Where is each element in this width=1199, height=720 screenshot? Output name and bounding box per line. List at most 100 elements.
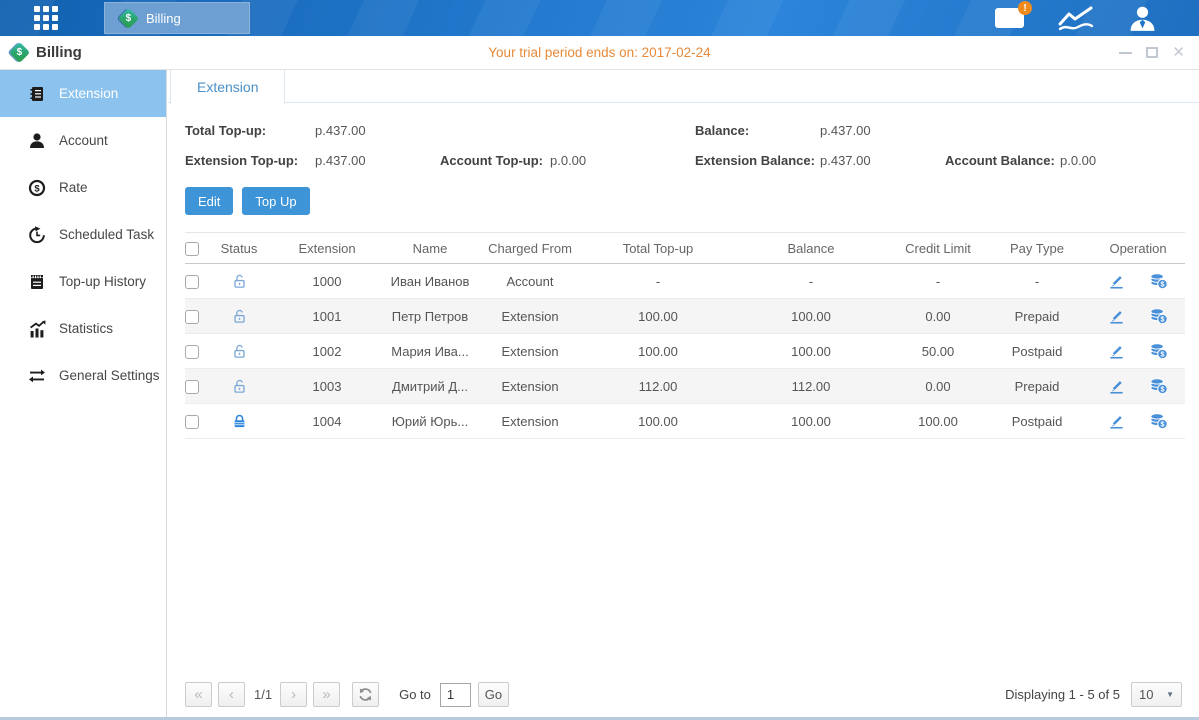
- dollar-circle-icon: $: [28, 179, 46, 197]
- resource-monitor-icon[interactable]: [1058, 5, 1094, 32]
- window-title: Billing: [36, 44, 82, 61]
- goto-label: Go to: [399, 687, 431, 702]
- close-icon[interactable]: ✕: [1172, 45, 1185, 60]
- table-row[interactable]: 1003 Дмитрий Д... Extension 112.00 112.0…: [185, 369, 1185, 404]
- page-size-select[interactable]: 10 ▼: [1131, 682, 1182, 707]
- account-topup-label: Account Top-up:: [440, 153, 550, 168]
- sidebar-item-general-settings[interactable]: General Settings: [0, 352, 166, 399]
- goto-page-input[interactable]: [440, 683, 471, 707]
- sidebar-item-label: Rate: [59, 180, 88, 195]
- row-checkbox[interactable]: [185, 415, 199, 429]
- page-indicator: 1/1: [254, 687, 272, 702]
- account-topup-value: p.0.00: [550, 153, 695, 168]
- sidebar-item-scheduled-task[interactable]: Scheduled Task: [0, 211, 166, 258]
- total-topup-value: p.437.00: [315, 123, 440, 138]
- top-up-coins-icon[interactable]: $: [1149, 307, 1168, 325]
- extension-book-icon: [28, 85, 46, 103]
- lock-closed-icon[interactable]: [232, 414, 247, 429]
- sliders-transfer-icon: [28, 367, 46, 385]
- go-button[interactable]: Go: [478, 682, 509, 707]
- sidebar-item-label: Account: [59, 133, 108, 148]
- top-up-coins-icon[interactable]: $: [1149, 412, 1168, 430]
- user-account-icon[interactable]: [1128, 5, 1157, 32]
- edit-icon[interactable]: [1108, 343, 1125, 360]
- billing-dollar-diamond-icon: $: [118, 7, 139, 28]
- col-operation: Operation: [1091, 233, 1185, 264]
- lock-open-icon[interactable]: [232, 344, 247, 359]
- sidebar-item-extension[interactable]: Extension: [0, 70, 166, 117]
- account-balance-label: Account Balance:: [945, 153, 1060, 168]
- main-content: Extension Total Top-up: p.437.00 Balance…: [168, 70, 1199, 717]
- row-checkbox[interactable]: [185, 345, 199, 359]
- minimize-icon[interactable]: [1119, 52, 1132, 54]
- col-pay-type: Pay Type: [983, 233, 1091, 264]
- svg-text:$: $: [1160, 421, 1164, 429]
- col-name: Name: [387, 233, 473, 264]
- tabstrip: Extension: [168, 70, 1199, 103]
- tab-extension[interactable]: Extension: [170, 70, 285, 104]
- notepad-icon: [28, 273, 46, 291]
- balance-value: p.437.00: [820, 123, 945, 138]
- sidebar-item-label: Scheduled Task: [59, 227, 154, 242]
- sidebar: Extension Account $ Rate Scheduled Task: [0, 70, 167, 717]
- col-status: Status: [211, 233, 267, 264]
- table-row[interactable]: 1001 Петр Петров Extension 100.00 100.00…: [185, 299, 1185, 334]
- svg-text:$: $: [1160, 316, 1164, 324]
- svg-text:$: $: [1160, 281, 1164, 289]
- sidebar-item-label: General Settings: [59, 368, 160, 383]
- sidebar-item-rate[interactable]: $ Rate: [0, 164, 166, 211]
- messages-icon[interactable]: !: [995, 8, 1024, 28]
- extension-balance-label: Extension Balance:: [695, 153, 820, 168]
- maximize-icon[interactable]: [1146, 47, 1158, 58]
- trial-notice: Your trial period ends on: 2017-02-24: [0, 45, 1199, 60]
- pagination-bar: « ‹ 1/1 › » Go to Go Displaying 1 - 5 of…: [185, 682, 1182, 707]
- page-size-value: 10: [1139, 687, 1153, 702]
- last-page-button[interactable]: »: [313, 682, 340, 707]
- first-page-button[interactable]: «: [185, 682, 212, 707]
- notification-badge: !: [1018, 1, 1032, 15]
- svg-text:$: $: [1160, 351, 1164, 359]
- select-all-checkbox[interactable]: [185, 242, 199, 256]
- extension-topup-value: p.437.00: [315, 153, 440, 168]
- top-up-coins-icon[interactable]: $: [1149, 272, 1168, 290]
- extension-topup-label: Extension Top-up:: [185, 153, 315, 168]
- sidebar-item-topup-history[interactable]: Top-up History: [0, 258, 166, 305]
- row-checkbox[interactable]: [185, 310, 199, 324]
- billing-dollar-diamond-icon: $: [9, 42, 30, 63]
- edit-icon[interactable]: [1108, 378, 1125, 395]
- top-up-coins-icon[interactable]: $: [1149, 377, 1168, 395]
- row-checkbox[interactable]: [185, 275, 199, 289]
- lock-open-icon[interactable]: [232, 309, 247, 324]
- displaying-status: Displaying 1 - 5 of 5: [1005, 687, 1120, 702]
- table-row[interactable]: 1000 Иван Иванов Account - - - -: [185, 264, 1185, 299]
- prev-page-button[interactable]: ‹: [218, 682, 245, 707]
- apps-menu-icon[interactable]: [34, 6, 60, 31]
- col-credit-limit: Credit Limit: [893, 233, 983, 264]
- edit-button[interactable]: Edit: [185, 187, 233, 215]
- edit-icon[interactable]: [1108, 308, 1125, 325]
- extension-balance-value: p.437.00: [820, 153, 945, 168]
- top-up-coins-icon[interactable]: $: [1149, 342, 1168, 360]
- top-up-button[interactable]: Top Up: [242, 187, 309, 215]
- svg-text:$: $: [34, 183, 40, 194]
- edit-icon[interactable]: [1108, 413, 1125, 430]
- total-topup-label: Total Top-up:: [185, 123, 315, 138]
- sidebar-item-account[interactable]: Account: [0, 117, 166, 164]
- col-extension: Extension: [267, 233, 387, 264]
- balance-summary: Total Top-up: p.437.00 Balance: p.437.00…: [168, 123, 1199, 168]
- edit-icon[interactable]: [1108, 273, 1125, 290]
- topbar: $ Billing !: [0, 0, 1199, 36]
- table-row[interactable]: 1002 Мария Ива... Extension 100.00 100.0…: [185, 334, 1185, 369]
- topbar-tab-label: Billing: [146, 11, 181, 26]
- next-page-button[interactable]: ›: [280, 682, 307, 707]
- extensions-table: Status Extension Name Charged From Total…: [185, 232, 1185, 439]
- topbar-tab-billing[interactable]: $ Billing: [104, 2, 250, 34]
- table-row[interactable]: 1004 Юрий Юрь... Extension 100.00 100.00…: [185, 404, 1185, 439]
- row-checkbox[interactable]: [185, 380, 199, 394]
- lock-open-icon[interactable]: [232, 379, 247, 394]
- sidebar-item-statistics[interactable]: Statistics: [0, 305, 166, 352]
- history-clock-icon: [28, 226, 46, 244]
- refresh-button[interactable]: [352, 682, 379, 707]
- lock-open-icon[interactable]: [232, 274, 247, 289]
- sidebar-item-label: Statistics: [59, 321, 113, 336]
